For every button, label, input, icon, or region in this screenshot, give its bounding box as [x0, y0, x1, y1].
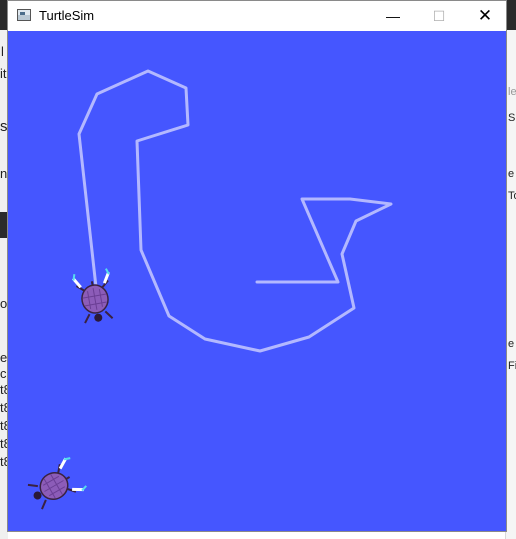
bg-fragment: cl — [0, 366, 7, 381]
bg-fragment: ot — [0, 296, 7, 311]
bg-fragment: Fi — [508, 360, 516, 372]
app-icon — [17, 9, 31, 21]
minimize-icon: — — [386, 8, 400, 24]
bg-fragment: t8 — [0, 418, 7, 433]
drawing-surface — [23, 69, 393, 515]
window-title: TurtleSim — [39, 8, 95, 23]
close-button[interactable]: ✕ — [462, 1, 508, 31]
bg-fragment: e — [0, 350, 7, 365]
turtlesim-canvas — [8, 31, 506, 531]
minimize-button[interactable]: — — [370, 1, 416, 31]
bg-fragment: e — [508, 168, 515, 180]
turtle-icon — [23, 454, 89, 515]
bg-fragment: s — [0, 118, 7, 135]
close-icon: ✕ — [477, 6, 493, 25]
bg-fragment: To — [508, 190, 516, 202]
bg-fragment: it — [0, 66, 7, 81]
bg-fragment: e — [508, 338, 515, 350]
turtle-path — [77, 69, 393, 353]
turtlesim-window: TurtleSim — ☐ ✕ — [7, 0, 507, 532]
bg-fragment: t8 — [0, 400, 7, 415]
bg-fragment: t8 — [0, 436, 7, 451]
title-bar[interactable]: TurtleSim — ☐ ✕ — [8, 1, 506, 31]
bg-fragment: n — [0, 166, 7, 181]
bg-fragment: t8 — [0, 454, 7, 469]
bg-fragment: le — [508, 86, 516, 98]
bg-fragment: S — [508, 112, 516, 124]
maximize-icon: ☐ — [432, 7, 446, 24]
bg-fragment: t8 — [0, 382, 7, 397]
maximize-button[interactable]: ☐ — [416, 1, 462, 31]
